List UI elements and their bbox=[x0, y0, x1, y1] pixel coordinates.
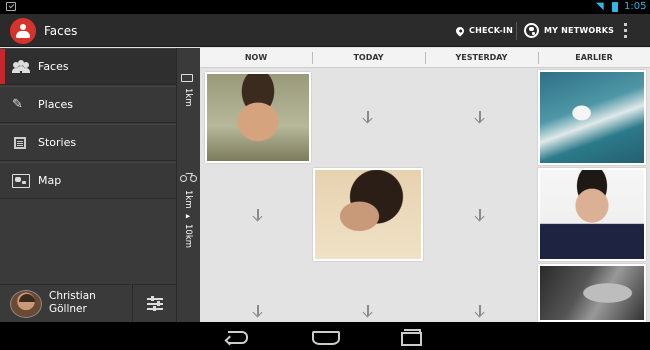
face-photo[interactable] bbox=[538, 264, 646, 322]
system-nav-bar bbox=[0, 322, 650, 350]
column-yesterday[interactable]: YESTERDAY bbox=[425, 48, 538, 68]
sidebar: Faces ✎ Places Stories Map Christian Göl… bbox=[0, 48, 176, 322]
status-bar: ◥ 1:05 bbox=[0, 0, 650, 14]
walk-icon bbox=[181, 74, 193, 82]
globe-icon bbox=[524, 23, 539, 38]
arrow-down-icon bbox=[473, 110, 487, 124]
faces-grid bbox=[200, 68, 650, 322]
sidebar-item-label: Places bbox=[38, 98, 73, 111]
face-photo[interactable] bbox=[313, 168, 423, 261]
column-earlier[interactable]: EARLIER bbox=[538, 48, 650, 68]
app-screen: ◥ 1:05 Faces CHECK-IN MY NETWORKS Faces bbox=[0, 0, 650, 350]
action-bar: Faces CHECK-IN MY NETWORKS bbox=[0, 14, 650, 47]
face-photo[interactable] bbox=[538, 168, 646, 261]
back-icon[interactable] bbox=[226, 328, 252, 344]
notification-icon bbox=[6, 2, 16, 11]
app-title: Faces bbox=[44, 24, 78, 38]
location-pin-icon bbox=[454, 24, 466, 37]
check-in-button[interactable]: CHECK-IN bbox=[454, 14, 513, 47]
people-icon bbox=[12, 60, 30, 74]
sliders-icon bbox=[147, 296, 163, 311]
arrow-down-icon bbox=[251, 304, 265, 318]
sidebar-item-map[interactable]: Map bbox=[0, 162, 176, 199]
recent-apps-icon[interactable] bbox=[398, 328, 424, 346]
time-column-header: NOW TODAY YESTERDAY EARLIER bbox=[200, 48, 650, 68]
app-logo-icon[interactable] bbox=[10, 18, 36, 44]
status-clock: 1:05 bbox=[624, 1, 647, 12]
column-today[interactable]: TODAY bbox=[312, 48, 425, 68]
distance-rail: 1km 1km ▸ 10km bbox=[176, 48, 200, 322]
face-photo[interactable] bbox=[205, 72, 311, 163]
pin-icon: ✎ bbox=[12, 97, 23, 112]
my-networks-label: MY NETWORKS bbox=[544, 26, 615, 35]
arrow-down-icon bbox=[361, 304, 375, 318]
battery-icon bbox=[612, 2, 618, 12]
wifi-icon: ◥ bbox=[596, 1, 604, 12]
profile-button[interactable]: Christian Göllner bbox=[0, 284, 131, 322]
settings-button[interactable] bbox=[132, 284, 176, 322]
my-networks-button[interactable]: MY NETWORKS bbox=[524, 14, 614, 47]
arrow-down-icon bbox=[473, 208, 487, 222]
distance-label-far: 1km ▸ 10km bbox=[183, 190, 193, 249]
sidebar-item-label: Stories bbox=[38, 136, 77, 149]
bike-icon bbox=[180, 171, 198, 183]
map-icon bbox=[12, 174, 30, 188]
sidebar-item-stories[interactable]: Stories bbox=[0, 124, 176, 161]
arrow-down-icon bbox=[251, 208, 265, 222]
avatar bbox=[10, 290, 42, 318]
arrow-down-icon bbox=[361, 110, 375, 124]
sidebar-item-places[interactable]: ✎ Places bbox=[0, 86, 176, 123]
sidebar-item-faces[interactable]: Faces bbox=[0, 48, 176, 85]
home-icon[interactable] bbox=[312, 328, 340, 345]
arrow-down-icon bbox=[473, 304, 487, 318]
check-in-label: CHECK-IN bbox=[469, 26, 513, 35]
column-now[interactable]: NOW bbox=[200, 48, 312, 68]
stories-icon bbox=[14, 137, 26, 149]
overflow-menu-icon[interactable] bbox=[624, 23, 628, 39]
sidebar-item-label: Faces bbox=[38, 60, 69, 73]
distance-label-near: 1km bbox=[183, 88, 193, 107]
action-divider bbox=[516, 22, 517, 40]
sidebar-item-label: Map bbox=[38, 174, 62, 187]
profile-name: Christian Göllner bbox=[49, 290, 96, 315]
face-photo[interactable] bbox=[538, 70, 646, 165]
